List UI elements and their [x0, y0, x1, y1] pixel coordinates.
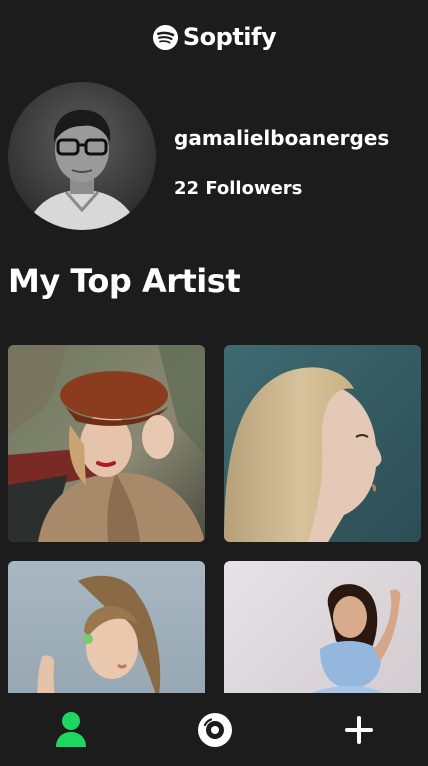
disc-icon — [198, 712, 232, 747]
nav-item-profile[interactable] — [31, 693, 111, 766]
profile-username: gamalielboanerges — [174, 126, 390, 150]
section-title: My Top Artist — [8, 262, 241, 300]
profile-section: gamalielboanerges 22 Followers — [8, 82, 420, 230]
profile-followers: 22 Followers — [174, 178, 303, 199]
nav-item-add[interactable] — [319, 693, 399, 766]
artist-photo-woman-red-beret — [8, 345, 205, 542]
artist-card[interactable] — [8, 345, 205, 542]
nav-item-library[interactable] — [175, 693, 255, 766]
artist-card[interactable] — [224, 345, 421, 542]
app-logo: Soptify — [152, 23, 277, 51]
user-icon — [56, 711, 86, 747]
bottom-nav — [0, 693, 428, 766]
profile-avatar[interactable] — [8, 82, 156, 230]
plus-icon — [345, 715, 373, 744]
artist-photo-woman-blonde-profile — [224, 345, 421, 542]
soptify-logo-icon — [152, 24, 178, 50]
app-header: Soptify — [0, 0, 428, 72]
app-name: Soptify — [182, 23, 277, 51]
